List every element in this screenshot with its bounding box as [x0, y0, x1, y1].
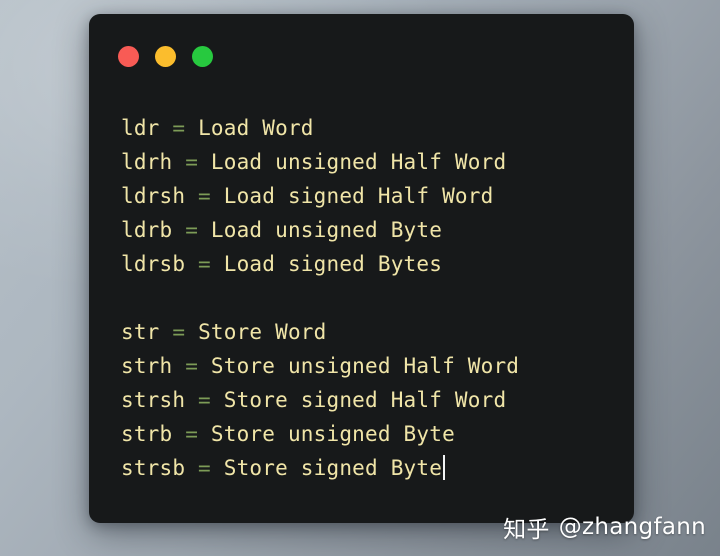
code-line: ldrsb = Load signed Bytes — [121, 247, 616, 281]
maximize-button[interactable] — [192, 45, 213, 67]
equals-operator: = — [159, 320, 199, 344]
zhihu-logo: 知乎 — [503, 517, 550, 543]
terminal-window[interactable]: ldr = Load Word ldrh = Load unsigned Half… — [89, 14, 634, 523]
instruction-description: Store Word — [198, 320, 327, 344]
window-titlebar[interactable] — [89, 14, 634, 98]
instruction-mnemonic: ldrh — [121, 150, 173, 174]
instruction-description: Load unsigned Byte — [210, 218, 443, 242]
instruction-description: Load unsigned Half Word — [210, 150, 507, 174]
code-line: strsb = Store signed Byte — [121, 451, 616, 485]
instruction-mnemonic: ldrsh — [121, 184, 186, 208]
instruction-mnemonic: strb — [121, 422, 173, 446]
instruction-description: Store unsigned Byte — [210, 422, 455, 446]
watermark-handle: @zhangfann — [558, 514, 706, 540]
equals-operator: = — [172, 150, 211, 174]
code-line: ldrsh = Load signed Half Word — [121, 179, 616, 213]
instruction-mnemonic: ldrb — [121, 218, 173, 242]
equals-operator: = — [185, 388, 224, 412]
code-line: strh = Store unsigned Half Word — [121, 349, 616, 383]
instruction-mnemonic: str — [121, 320, 160, 344]
instruction-mnemonic: strh — [121, 354, 173, 378]
instruction-mnemonic: ldrsb — [121, 252, 186, 276]
instruction-description: Load signed Half Word — [223, 184, 494, 208]
code-line: ldr = Load Word — [121, 111, 616, 145]
equals-operator: = — [159, 116, 199, 140]
instruction-mnemonic: ldr — [121, 116, 160, 140]
instruction-description: Store signed Half Word — [223, 388, 507, 412]
close-button[interactable] — [118, 45, 139, 67]
code-line: strsh = Store signed Half Word — [121, 383, 616, 417]
code-line: strb = Store unsigned Byte — [121, 417, 616, 451]
instruction-mnemonic: strsb — [121, 456, 186, 480]
instruction-description: Store signed Byte — [223, 456, 443, 480]
code-text-area[interactable]: ldr = Load Word ldrh = Load unsigned Half… — [89, 98, 634, 523]
equals-operator: = — [172, 354, 211, 378]
minimize-button[interactable] — [155, 45, 176, 67]
equals-operator: = — [185, 184, 224, 208]
code-line: ldrb = Load unsigned Byte — [121, 213, 616, 247]
instruction-description: Store unsigned Half Word — [210, 354, 520, 378]
instruction-description: Load signed Bytes — [223, 252, 443, 276]
code-line: str = Store Word — [121, 315, 616, 349]
watermark: 知乎 @zhangfann — [503, 510, 706, 544]
instruction-description: Load Word — [198, 116, 314, 140]
text-cursor — [443, 455, 446, 480]
equals-operator: = — [185, 456, 224, 480]
instruction-mnemonic: strsh — [121, 388, 186, 412]
code-line: ldrh = Load unsigned Half Word — [121, 145, 616, 179]
equals-operator: = — [172, 422, 211, 446]
equals-operator: = — [172, 218, 211, 242]
equals-operator: = — [185, 252, 224, 276]
